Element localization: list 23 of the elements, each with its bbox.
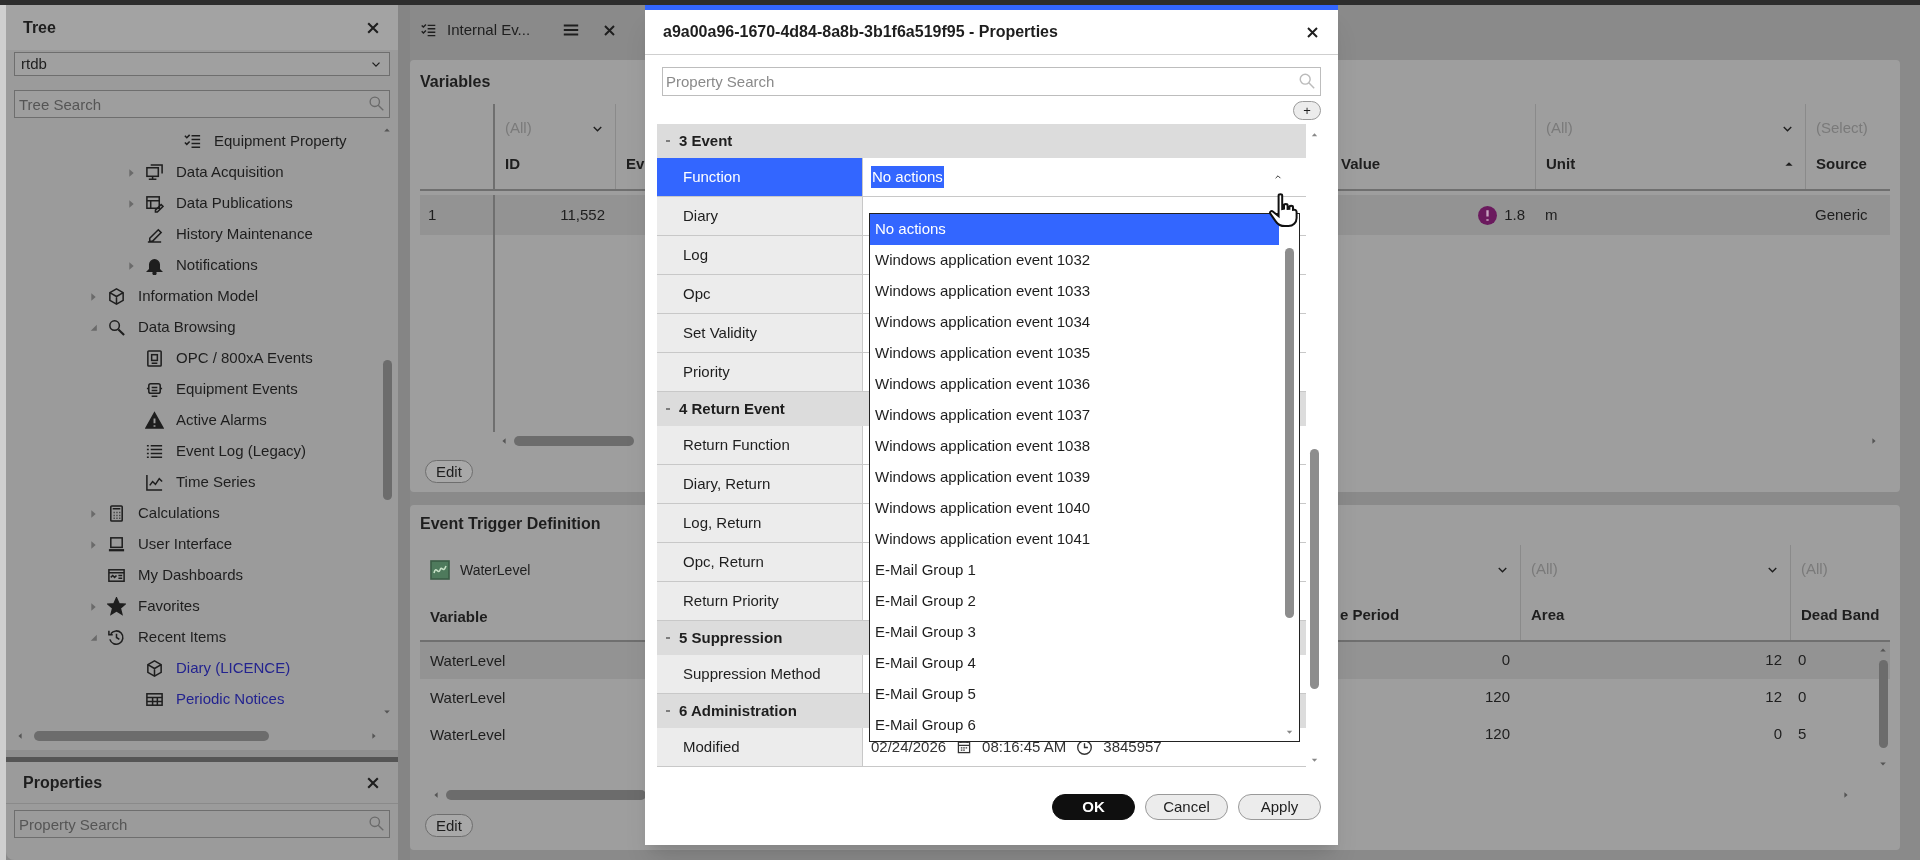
time-value: 08:16:45 AM xyxy=(982,736,1067,757)
table-cell-text: 5 xyxy=(1797,724,1808,745)
panel-title: Variables xyxy=(420,72,491,92)
table-cell-text: 11,552 xyxy=(559,204,606,225)
table-cell-text: 0 xyxy=(1772,724,1783,745)
table-cell-text: 0 xyxy=(1500,650,1511,671)
date-value: 02/24/2026 xyxy=(871,736,947,757)
table-cell: 1 xyxy=(420,195,495,235)
table-cell-text: 0 xyxy=(1797,650,1808,671)
table-cell-text: 120 xyxy=(1483,724,1511,745)
table-cell: WaterLevel xyxy=(430,651,506,669)
table-cell-text: 1.8 xyxy=(1504,204,1525,225)
panel-title: Tree xyxy=(23,17,56,38)
table-cell-text: 120 xyxy=(1483,687,1511,708)
number-value: 3845957 xyxy=(1103,736,1162,757)
table-cell-text: Generic xyxy=(1814,204,1869,225)
table-cell-text: 12 xyxy=(1764,687,1783,708)
table-cell-text: 0 xyxy=(1797,687,1808,708)
table-cell-text: 12 xyxy=(1764,650,1783,671)
dialog-title: a9a00a96-1670-4d84-8a8b-3b1f6a519f95 - Properties xyxy=(663,22,1058,42)
panel-title: Event Trigger Definition xyxy=(420,514,601,534)
table-cell-text: m xyxy=(1544,204,1559,225)
panel-title: Properties xyxy=(23,772,103,793)
